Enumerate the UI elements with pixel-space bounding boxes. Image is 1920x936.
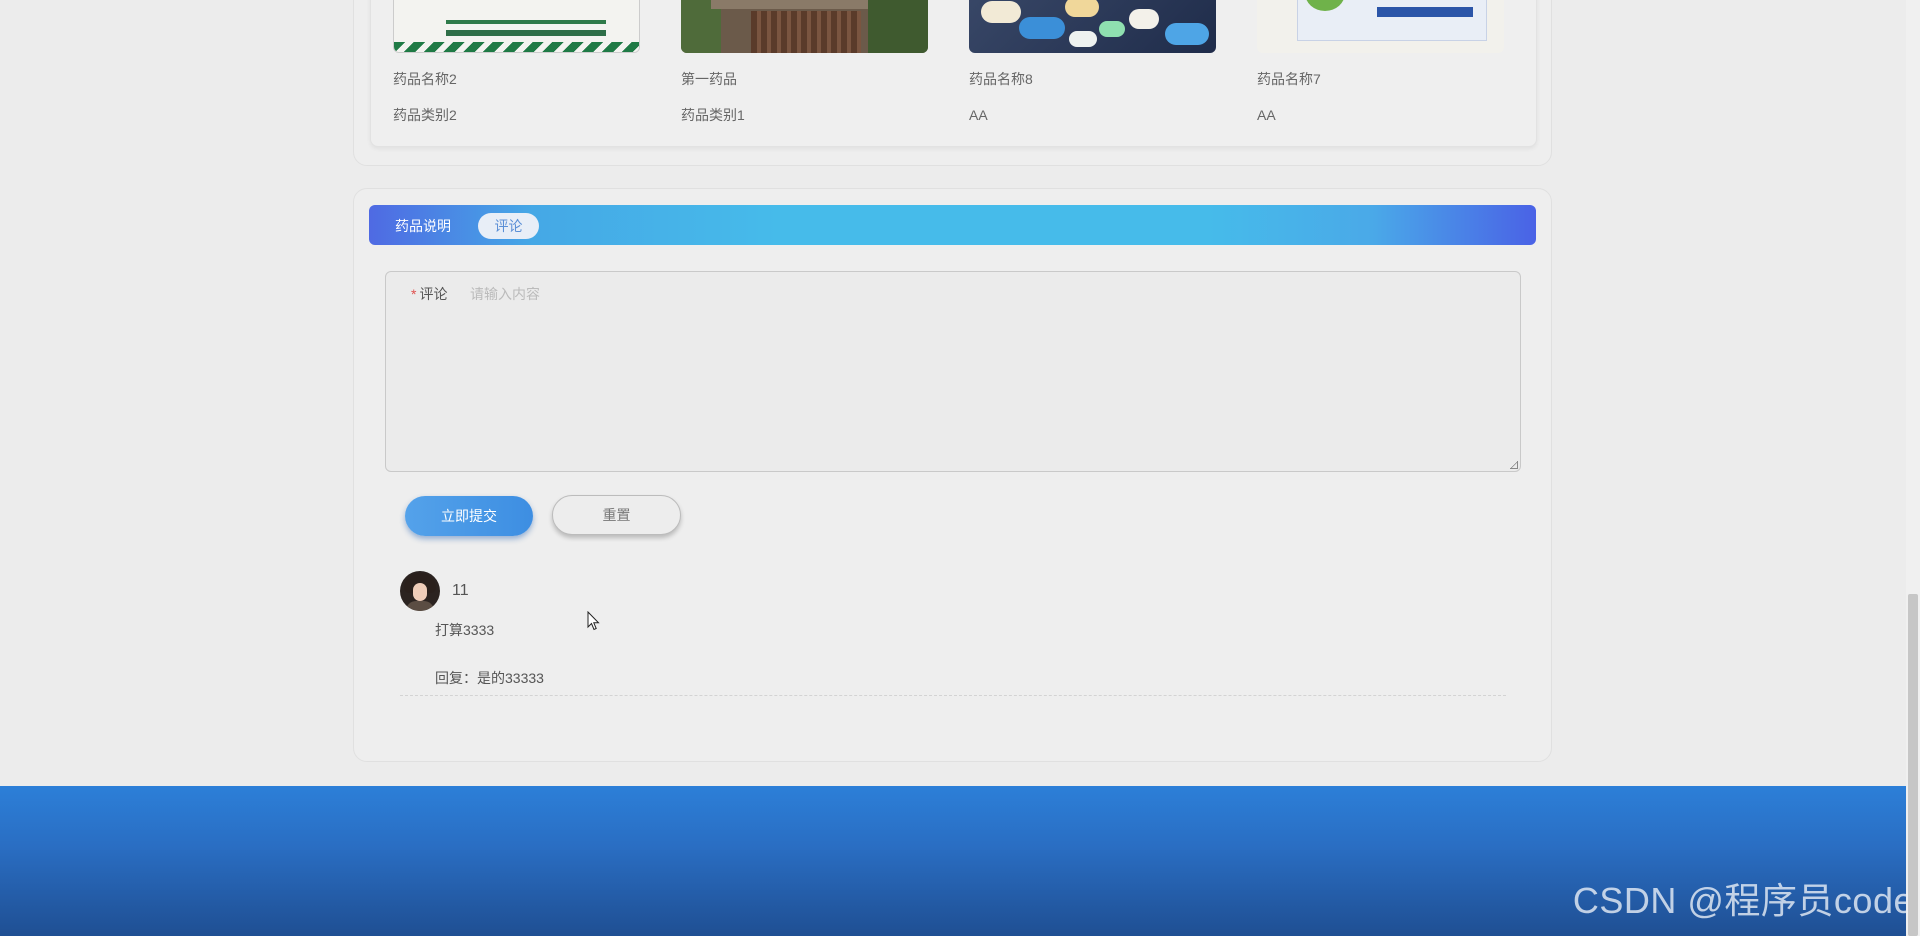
- product-thumbnail[interactable]: [1257, 0, 1504, 53]
- tab-comment[interactable]: 评论: [478, 213, 539, 239]
- product-name[interactable]: 药品名称2: [393, 69, 641, 89]
- product-thumbnail[interactable]: [969, 0, 1216, 53]
- scrollbar-thumb[interactable]: [1908, 594, 1918, 936]
- submit-button[interactable]: 立即提交: [405, 496, 533, 536]
- tab-description[interactable]: 药品说明: [383, 213, 463, 239]
- avatar: [400, 571, 440, 611]
- page-scrollbar[interactable]: [1906, 0, 1920, 936]
- recommended-products-card: 药品名称2 药品类别2 第一药品 药品类别1 药品名称8 AA 药品名称7 AA: [353, 0, 1552, 166]
- comment-username: 11: [452, 582, 469, 599]
- comment-label-text: 评论: [419, 286, 448, 302]
- recommended-products-list: 药品名称2 药品类别2 第一药品 药品类别1 药品名称8 AA 药品名称7 AA: [370, 0, 1537, 147]
- page-footer: CSDN @程序员code: [0, 786, 1920, 936]
- product-category: AA: [969, 107, 988, 123]
- comment-textarea[interactable]: [470, 278, 1510, 462]
- mouse-cursor-icon: [587, 611, 600, 631]
- comment-text: 打算3333: [435, 622, 495, 638]
- product-name[interactable]: 第一药品: [681, 69, 929, 89]
- product-thumbnail[interactable]: [681, 0, 928, 53]
- watermark-text: CSDN @程序员code: [1572, 880, 1914, 921]
- product-card[interactable]: 药品名称7 AA: [1257, 0, 1505, 125]
- product-category: 药品类别2: [393, 107, 457, 123]
- resize-handle-icon[interactable]: [1510, 461, 1518, 469]
- product-category: 药品类别1: [681, 107, 745, 123]
- detail-tabs-card: 药品说明 评论 *评论 立即提交 重置 11 打算3333 回复：是的33333: [353, 188, 1552, 762]
- product-card[interactable]: 药品名称2 药品类别2: [393, 0, 641, 125]
- product-name[interactable]: 药品名称7: [1257, 69, 1505, 89]
- tab-bar: 药品说明 评论: [369, 205, 1536, 245]
- product-name[interactable]: 药品名称8: [969, 69, 1217, 89]
- product-card[interactable]: 第一药品 药品类别1: [681, 0, 929, 125]
- comment-form: * 评论: [385, 271, 1521, 472]
- comment-label: * 评论: [411, 284, 447, 304]
- product-card[interactable]: 药品名称8 AA: [969, 0, 1217, 125]
- product-category: AA: [1257, 107, 1276, 123]
- reset-button[interactable]: 重置: [552, 495, 681, 535]
- required-mark: *: [411, 286, 417, 302]
- product-thumbnail[interactable]: [393, 0, 640, 53]
- comment-divider: [400, 695, 1506, 696]
- comment-reply: 回复：是的33333: [435, 670, 544, 686]
